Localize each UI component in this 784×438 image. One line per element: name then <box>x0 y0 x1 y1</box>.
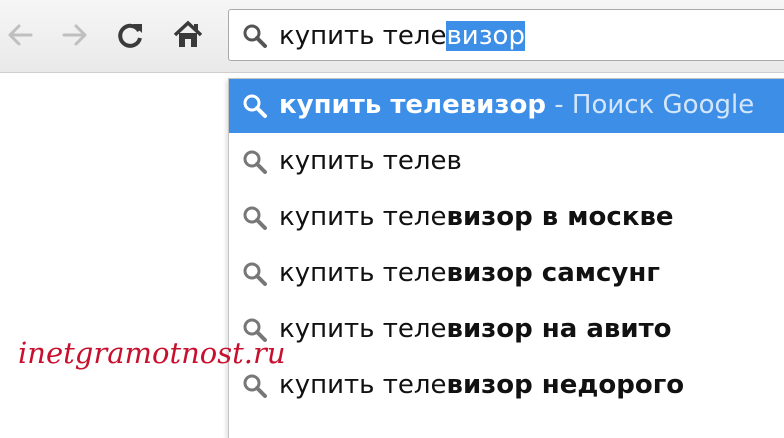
suggestion-text: купить телевизор самсунг <box>279 256 660 290</box>
autocomplete-selection: визор <box>446 21 525 51</box>
suggestion-hint: - Поиск Google <box>545 90 755 120</box>
suggestion-base: купить теле <box>279 258 447 288</box>
search-icon <box>243 24 267 48</box>
search-icon <box>243 374 267 398</box>
browser-toolbar: купить телевизор <box>0 0 784 73</box>
search-icon <box>243 262 267 286</box>
search-icon <box>243 150 267 174</box>
suggestion-item[interactable]: купить телевизор в москве <box>229 191 784 245</box>
suggestion-item[interactable]: купить телев <box>229 135 784 189</box>
back-button[interactable] <box>0 14 40 56</box>
suggestion-completion: визор недорого <box>446 370 685 400</box>
forward-button[interactable] <box>55 14 95 56</box>
suggestion-completion: визор в москве <box>446 202 674 232</box>
suggestion-base: купить телев <box>279 146 462 176</box>
suggestion-text: купить телевизор в москве <box>279 200 674 234</box>
suggestion-base: купить теле <box>279 370 447 400</box>
typed-text: купить теле <box>279 21 447 51</box>
suggestion-text: купить телевизор на авито <box>279 312 672 346</box>
reload-icon <box>118 23 142 48</box>
suggestion-item[interactable]: купить телевизор самсунг <box>229 247 784 301</box>
back-arrow-icon <box>8 24 33 46</box>
suggestion-item[interactable]: купить телевизор на авито <box>229 303 784 357</box>
search-icon <box>243 206 267 230</box>
suggestion-base: купить теле <box>279 314 447 344</box>
forward-arrow-icon <box>62 24 87 46</box>
search-icon <box>243 94 267 118</box>
home-button[interactable] <box>168 14 208 56</box>
suggestion-completion: визор самсунг <box>446 258 660 288</box>
suggestion-text: купить телевизор - Поиск Google <box>279 88 754 122</box>
watermark: inetgramotnost.ru <box>18 336 286 370</box>
suggestion-query: купить телевизор <box>279 90 546 120</box>
address-bar-text[interactable]: купить телевизор <box>279 19 525 53</box>
suggestion-completion: визор на авито <box>446 314 672 344</box>
address-bar[interactable]: купить телевизор <box>228 9 784 61</box>
suggestion-base: купить теле <box>279 202 447 232</box>
reload-button[interactable] <box>110 14 150 56</box>
suggestion-item[interactable]: купить телевизор недорого <box>229 359 784 413</box>
home-icon <box>173 20 203 47</box>
suggestion-active[interactable]: купить телевизор - Поиск Google <box>229 79 784 133</box>
suggestion-text: купить телевизор недорого <box>279 368 684 402</box>
suggestions-dropdown: купить телевизор - Поиск Google купить т… <box>228 78 784 438</box>
suggestion-text: купить телев <box>279 144 462 178</box>
